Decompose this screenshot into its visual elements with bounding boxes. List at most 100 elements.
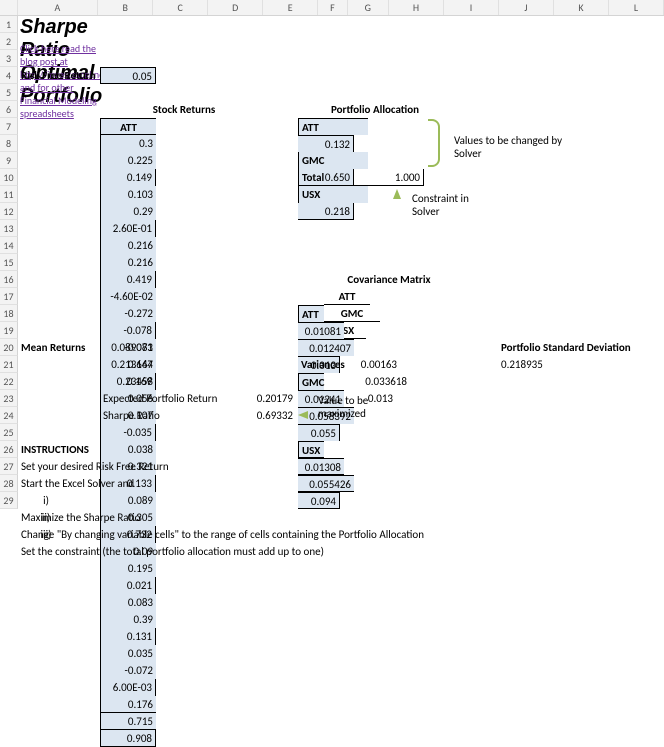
row-header[interactable]: 1 — [0, 16, 18, 33]
column-header[interactable]: A — [18, 0, 99, 15]
allocation-total-label: Total — [298, 169, 368, 186]
row-header[interactable]: 10 — [0, 169, 18, 186]
alloc-value[interactable]: 0.132 — [298, 135, 354, 152]
row-header[interactable]: 18 — [0, 305, 18, 322]
row-header[interactable]: 9 — [0, 152, 18, 169]
bracket-icon — [428, 119, 440, 167]
stock-cell[interactable]: 0.908 — [100, 730, 156, 747]
row-header[interactable]: 7 — [0, 118, 18, 135]
cov-cell: 0.055 — [298, 424, 340, 441]
std-dev-value: 0.218935 — [498, 356, 554, 373]
row-header[interactable]: 2 — [0, 33, 18, 50]
risk-free-value[interactable]: 0.05 — [100, 67, 156, 84]
cov-cell: 0.01081 — [298, 322, 344, 339]
instructions-line1: Set your desired Risk Free Return — [18, 458, 418, 475]
column-header[interactable]: H — [389, 0, 444, 15]
spreadsheet-grid: ABCDEFGHIJKL 123456789101112131415161718… — [0, 0, 664, 16]
mean-returns-label: Mean Returns — [18, 339, 100, 356]
row-header[interactable]: 19 — [0, 322, 18, 339]
row-header[interactable]: 23 — [0, 390, 18, 407]
stock-cell[interactable]: 0.176 — [100, 696, 156, 713]
stock-cell[interactable]: 0.715 — [100, 713, 156, 730]
column-header[interactable]: D — [208, 0, 263, 15]
stock-cell[interactable]: 0.035 — [100, 645, 156, 662]
cov-row-name: GMC — [298, 373, 324, 390]
column-header[interactable]: F — [318, 0, 347, 15]
row-header[interactable]: 20 — [0, 339, 18, 356]
std-dev-label: Portfolio Standard Deviation — [498, 339, 664, 356]
stock-cell[interactable]: 0.195 — [100, 560, 156, 577]
column-header[interactable]: L — [609, 0, 664, 15]
row-header[interactable]: 12 — [0, 203, 18, 220]
instr-text: Set the constraint (the total portfolio … — [18, 543, 578, 560]
column-header[interactable]: C — [153, 0, 208, 15]
row-header[interactable]: 8 — [0, 135, 18, 152]
stock-cell[interactable]: 0.131 — [100, 628, 156, 645]
instructions-list: i)Maximize the Sharpe Ratioii)Change "By… — [18, 492, 578, 543]
column-header[interactable] — [0, 0, 18, 15]
row-header[interactable]: 3 — [0, 50, 18, 67]
mean-returns-row: 0.0890830.2136670.23458 — [100, 339, 156, 390]
cov-row-name: USX — [298, 441, 324, 458]
row-header[interactable]: 28 — [0, 475, 18, 492]
row-header[interactable]: 17 — [0, 288, 18, 305]
alloc-name: ATT — [298, 118, 368, 135]
row-header[interactable]: 11 — [0, 186, 18, 203]
stock-cell[interactable]: 0.225 — [100, 152, 156, 169]
alloc-name: GMC — [298, 152, 368, 169]
stock-cell[interactable]: 0.103 — [100, 186, 156, 203]
stock-cell[interactable]: 6.00E-03 — [100, 679, 156, 696]
instr-num: i) — [18, 492, 74, 509]
row-header[interactable]: 5 — [0, 84, 18, 101]
row-header[interactable]: 22 — [0, 373, 18, 390]
variance-cell: 0.00163 — [354, 356, 400, 373]
cov-cell: 0.012407 — [298, 339, 354, 356]
stock-cell[interactable]: 0.021 — [100, 577, 156, 594]
row-header[interactable]: 13 — [0, 220, 18, 237]
stock-cell[interactable]: 0.419 — [100, 271, 156, 288]
stock-cell[interactable]: 0.216 — [100, 237, 156, 254]
row-header[interactable]: 24 — [0, 407, 18, 424]
row-header[interactable]: 6 — [0, 101, 18, 118]
alloc-value[interactable]: 0.218 — [298, 203, 354, 220]
column-header[interactable]: E — [263, 0, 318, 15]
column-header[interactable]: B — [98, 0, 153, 15]
stock-cell[interactable]: 2.60E-01 — [100, 220, 156, 237]
stock-cell[interactable]: 0.083 — [100, 594, 156, 611]
stock-cell[interactable]: -4.60E-02 — [100, 288, 156, 305]
row-header[interactable]: 21 — [0, 356, 18, 373]
row-header[interactable]: 25 — [0, 424, 18, 441]
covariance-title: Covariance Matrix — [298, 271, 480, 288]
stock-cell[interactable]: 0.3 — [100, 135, 156, 152]
stock-cell[interactable]: -0.035 — [100, 424, 156, 441]
column-header[interactable]: K — [554, 0, 609, 15]
row-header[interactable]: 27 — [0, 458, 18, 475]
cov-row-name: ATT — [298, 305, 324, 322]
stock-cell[interactable]: 0.149 — [100, 169, 156, 186]
stock-cell[interactable]: 0.39 — [100, 611, 156, 628]
row-header[interactable]: 16 — [0, 271, 18, 288]
stock-cell[interactable]: -0.078 — [100, 322, 156, 339]
risk-free-label: Risk Free Return — [18, 67, 100, 84]
instr-num: iii) — [18, 526, 74, 543]
column-header[interactable]: I — [444, 0, 499, 15]
column-header[interactable]: J — [499, 0, 554, 15]
allocation-title: Portfolio Allocation — [298, 101, 452, 118]
solver-note: Values to be changed by Solver — [454, 134, 584, 160]
instructions-title: INSTRUCTIONS — [18, 441, 138, 458]
row-header[interactable]: 4 — [0, 67, 18, 84]
row-header[interactable]: 29 — [0, 492, 18, 509]
row-header[interactable]: 15 — [0, 254, 18, 271]
row-header[interactable]: 14 — [0, 237, 18, 254]
column-header[interactable]: G — [348, 0, 389, 15]
row-header[interactable]: 26 — [0, 441, 18, 458]
maximize-note: Value to be maximized — [318, 394, 398, 420]
stock-cell[interactable]: -0.072 — [100, 662, 156, 679]
stock-cell[interactable]: 0.29 — [100, 203, 156, 220]
stock-cell[interactable]: 0.216 — [100, 254, 156, 271]
instr-text: Maximize the Sharpe Ratio — [18, 509, 578, 526]
stock-cell[interactable]: -0.272 — [100, 305, 156, 322]
allocation-total-value: 1.000 — [368, 169, 424, 186]
expected-return-value: 0.20179 — [240, 390, 296, 407]
instr-text: Change "By changing variable cells" to t… — [18, 526, 578, 543]
